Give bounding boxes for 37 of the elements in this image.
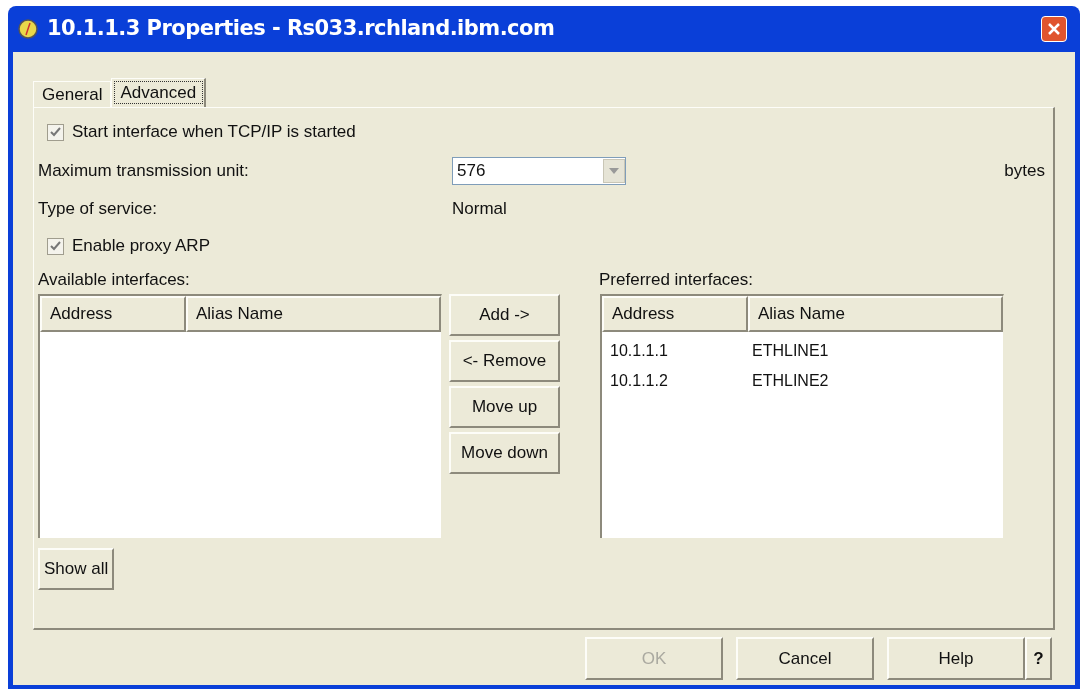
column-header[interactable]: Alias Name	[186, 296, 441, 332]
tab[interactable]: Advanced	[111, 78, 207, 107]
column-header[interactable]: Address	[602, 296, 748, 332]
unit-label: bytes	[1004, 160, 1046, 183]
service-label: Type of service:	[38, 198, 159, 221]
dialog-button[interactable]: Cancel	[736, 637, 874, 680]
table-cell-text: ETHLINE2	[751, 371, 830, 391]
checkmark-icon	[50, 241, 61, 251]
window-title: 10.1.1.3 Properties - Rs033.rchland.ibm.com	[47, 15, 556, 43]
available-list[interactable]: Address Alias Name	[38, 294, 442, 538]
table-cell-text: 10.1.1.2	[609, 371, 669, 391]
mtu-value: 576	[456, 160, 487, 183]
close-icon	[1047, 22, 1061, 36]
dialog-button[interactable]: Help	[887, 637, 1025, 680]
available-label: Available interfaces:	[38, 269, 191, 292]
preferred-label: Preferred interfaces:	[599, 269, 753, 292]
table-cell-text: 10.1.1.1	[609, 341, 669, 361]
checkbox-label: Start interface when TCP/IP is started	[72, 121, 356, 144]
mtu-label: Maximum transmission unit:	[38, 160, 250, 183]
column-header[interactable]: Address	[40, 296, 186, 332]
list-action-button[interactable]: Move down	[449, 432, 560, 474]
checkmark-icon	[50, 127, 61, 137]
help-button[interactable]: ?	[1025, 637, 1052, 680]
column-header[interactable]: Alias Name	[748, 296, 1003, 332]
checkbox[interactable]	[47, 237, 64, 255]
checkbox[interactable]	[47, 123, 64, 141]
checkbox-label: Enable proxy ARP	[72, 235, 210, 258]
table-cell-text: ETHLINE1	[751, 341, 830, 361]
show-all-button[interactable]: Show all	[38, 548, 115, 590]
list-action-button[interactable]: Move up	[449, 386, 560, 428]
service-value: Normal	[452, 198, 507, 221]
close-button[interactable]	[1041, 16, 1067, 42]
list-action-button[interactable]: Add ->	[449, 294, 560, 336]
mtu-dropdown[interactable]: 576	[452, 157, 626, 185]
list-action-button[interactable]: <- Remove	[449, 340, 560, 382]
preferred-list[interactable]: Address Alias Name 10.1.1.1 ETHLINE1 10.1.1.2 ETHLINE2	[600, 294, 1004, 538]
tab[interactable]: General	[33, 81, 112, 107]
